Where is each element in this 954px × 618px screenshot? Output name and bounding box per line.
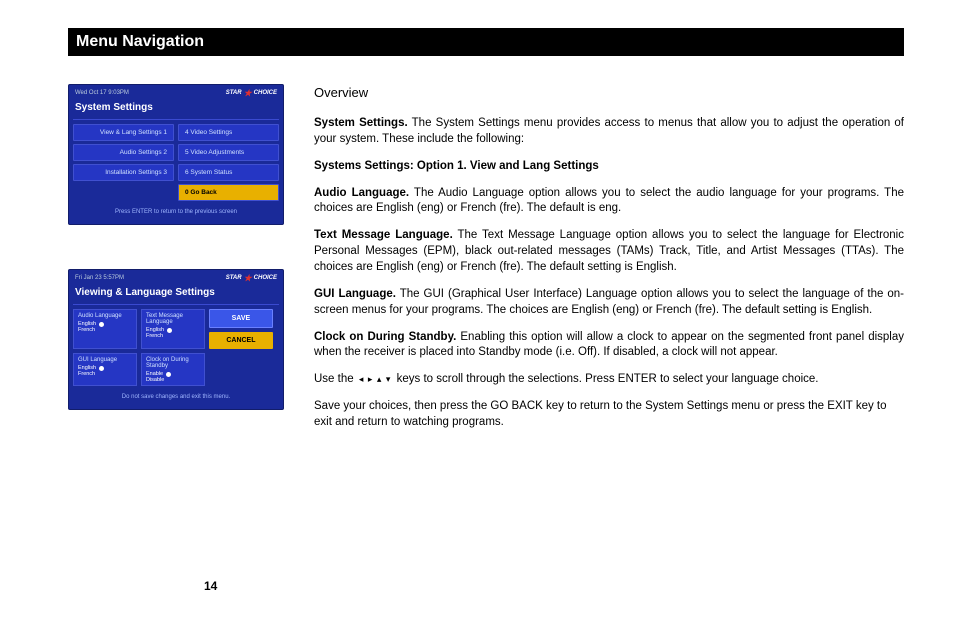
paragraph: System Settings. The System Settings men… — [314, 116, 904, 148]
clock-standby-cell: Clock on During Standby Enable Disable — [141, 353, 205, 386]
radio-icon — [166, 372, 171, 377]
menu-item: Audio Settings 2 — [73, 144, 174, 161]
arrow-keys-icon: ◂ ▸ ▴ ▾ — [357, 374, 394, 384]
tv-footer-hint: Do not save changes and exit this menu. — [73, 386, 279, 400]
paragraph: Save your choices, then press the GO BAC… — [314, 399, 904, 431]
save-button: SAVE — [209, 309, 273, 328]
cancel-button: CANCEL — [209, 332, 273, 349]
system-settings-screenshot: Wed Oct 17 9:03PM STAR ★ CHOICE System S… — [68, 84, 284, 225]
paragraph: Text Message Language. The Text Message … — [314, 228, 904, 276]
section-header: Menu Navigation — [68, 28, 904, 56]
tv-footer-hint: Press ENTER to return to the previous sc… — [73, 201, 279, 215]
starchoice-logo: STAR ★ CHOICE — [226, 275, 277, 281]
go-back-item: 0 Go Back — [178, 184, 279, 201]
page-number: 14 — [204, 579, 217, 593]
radio-icon — [99, 322, 104, 327]
paragraph: Audio Language. The Audio Language optio… — [314, 186, 904, 218]
menu-item: 5 Video Adjustments — [178, 144, 279, 161]
body-text-column: Overview System Settings. The System Set… — [314, 84, 904, 442]
audio-language-cell: Audio Language English French — [73, 309, 137, 349]
gui-language-cell: GUI Language English French — [73, 353, 137, 386]
menu-item: 6 System Status — [178, 164, 279, 181]
starchoice-logo: STAR ★ CHOICE — [226, 90, 277, 96]
screenshots-column: Wed Oct 17 9:03PM STAR ★ CHOICE System S… — [68, 84, 284, 442]
overview-heading: Overview — [314, 84, 904, 102]
text-msg-language-cell: Text Message Language English French — [141, 309, 205, 349]
viewing-lang-settings-screenshot: Fri Jan 23 5:57PM STAR ★ CHOICE Viewing … — [68, 269, 284, 410]
subsection-heading: Systems Settings: Option 1. View and Lan… — [314, 159, 904, 175]
radio-icon — [167, 328, 172, 333]
paragraph: Use the ◂ ▸ ▴ ▾ keys to scroll through t… — [314, 372, 904, 388]
menu-item: 4 Video Settings — [178, 124, 279, 141]
tv-screen-title: System Settings — [73, 100, 279, 120]
paragraph: Clock on During Standby. Enabling this o… — [314, 330, 904, 362]
tv-screen-title: Viewing & Language Settings — [73, 285, 279, 305]
tv-datetime: Wed Oct 17 9:03PM — [75, 90, 129, 96]
paragraph: GUI Language. The GUI (Graphical User In… — [314, 287, 904, 319]
tv-datetime: Fri Jan 23 5:57PM — [75, 275, 124, 281]
menu-item: Installation Settings 3 — [73, 164, 174, 181]
menu-item: View & Lang Settings 1 — [73, 124, 174, 141]
radio-icon — [99, 366, 104, 371]
